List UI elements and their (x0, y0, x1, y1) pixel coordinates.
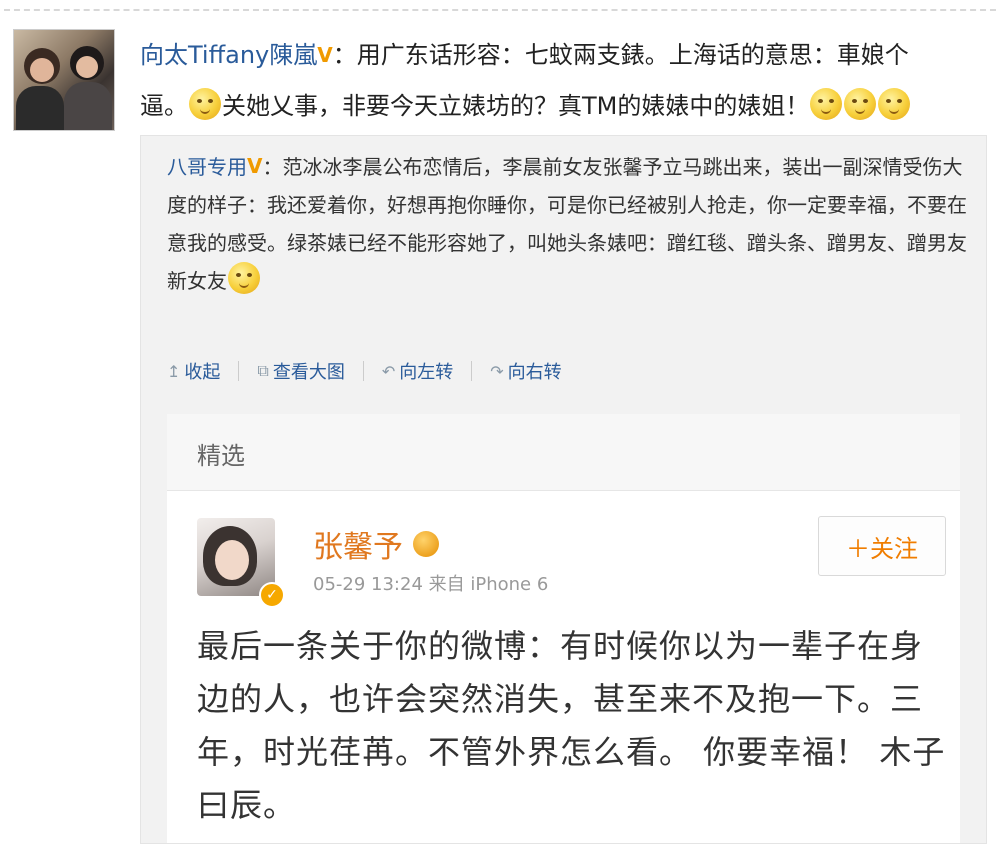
divider (471, 361, 473, 381)
view-large-label: 查看大图 (272, 362, 345, 383)
smirk-emoji-icon (228, 262, 260, 294)
divider (238, 361, 240, 381)
verified-check-icon: ✓ (259, 582, 285, 608)
rotate-right-button[interactable]: ↷ 向右转 (490, 358, 561, 384)
rotate-left-button[interactable]: ↶ 向左转 (382, 358, 453, 384)
rotate-left-icon: ↶ (381, 361, 396, 381)
sleepy-emoji-icon (189, 88, 221, 120)
post-username[interactable]: 向太Tiffany陳嵐 (140, 41, 317, 69)
collapse-button[interactable]: ↥ 收起 (167, 358, 220, 384)
featured-weibo-card: 精选 ✓ 张馨予 05-29 13:24 来自 iPhone 6 ＋关注 最后一… (167, 414, 960, 843)
collapse-label: 收起 (184, 362, 221, 383)
medal-icon (413, 531, 439, 557)
follow-label: ＋关注 (846, 534, 918, 563)
featured-body: 最后一条关于你的微博：有时候你以为一辈子在身边的人，也许会突然消失，甚至来不及抱… (197, 627, 946, 824)
featured-title: 精选 (197, 442, 245, 470)
cry-emoji-icon (810, 88, 843, 120)
user-avatar[interactable] (13, 29, 115, 131)
verified-badge-icon: V (317, 43, 333, 67)
featured-username[interactable]: 张馨予 (313, 522, 403, 566)
repost-box: 八哥专用V：范冰冰李晨公布恋情后，李晨前女友张馨予立马跳出来，装出一副深情受伤大… (140, 135, 987, 844)
post-text-line2a: 逼。 (140, 92, 188, 120)
shock-emoji-icon (844, 88, 877, 120)
repost-body: ：范冰冰李晨公布恋情后，李晨前女友张馨予立马跳出来，装出一副深情受伤大度的样子：… (167, 155, 967, 293)
rotate-left-label: 向左转 (399, 362, 454, 383)
image-actions: ↥ 收起 ⧉ 查看大图 ↶ 向左转 ↷ 向右转 (167, 358, 562, 384)
repost-text: 八哥专用V：范冰冰李晨公布恋情后，李晨前女友张馨予立马跳出来，装出一副深情受伤大… (167, 148, 967, 300)
sad-emoji-icon (878, 88, 911, 120)
divider (362, 361, 364, 381)
post-meta: 05-29 13:24 来自 iPhone 6 (313, 570, 548, 596)
post-text-line2b: 关她乂事，非要今天立婊坊的？真TM的婊婊中的婊姐！ (222, 92, 810, 120)
repost-username[interactable]: 八哥专用 (167, 155, 247, 179)
post-source: 来自 iPhone 6 (428, 574, 549, 595)
verified-badge-icon: V (247, 154, 263, 178)
follow-button[interactable]: ＋关注 (818, 516, 946, 576)
featured-header: 精选 (167, 414, 960, 491)
external-image-icon: ⧉ (257, 361, 269, 380)
collapse-icon: ↥ (167, 361, 181, 381)
rotate-right-icon: ↷ (490, 361, 504, 381)
timestamp[interactable]: 05-29 13:24 (313, 574, 423, 595)
post-text-line1: ：用广东话形容：七蚊兩支錶。上海话的意思：車娘个 (332, 41, 909, 69)
featured-user: 张馨予 (313, 522, 439, 566)
top-divider (4, 9, 996, 11)
rotate-right-label: 向右转 (507, 362, 562, 383)
view-large-button[interactable]: ⧉ 查看大图 (257, 358, 344, 384)
post-text: 向太Tiffany陳嵐V：用广东话形容：七蚊兩支錶。上海话的意思：車娘个 逼。 关… (140, 30, 980, 131)
